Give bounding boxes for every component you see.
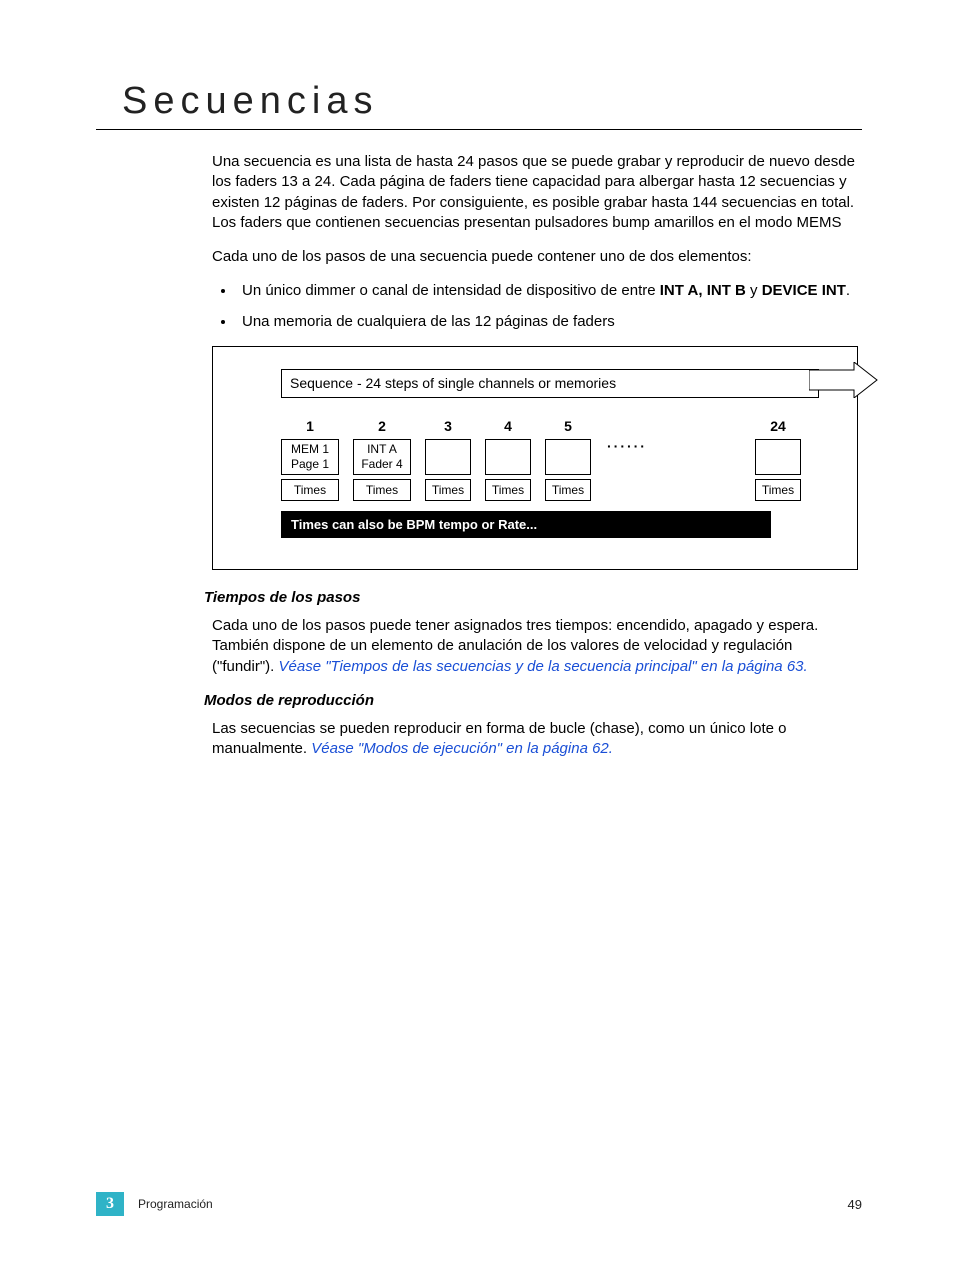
diagram-ellipsis: ······ bbox=[607, 437, 647, 456]
step-box bbox=[485, 439, 531, 475]
page-title: Secuencias bbox=[122, 80, 862, 123]
subheading-modes: Modos de reproducción bbox=[204, 691, 858, 711]
intro-paragraph: Una secuencia es una lista de hasta 24 p… bbox=[212, 152, 858, 233]
subheading-times: Tiempos de los pasos bbox=[204, 588, 858, 608]
bullet-1-mid: y bbox=[746, 282, 762, 299]
times-box: Times bbox=[353, 479, 411, 501]
step-number: 4 bbox=[504, 417, 512, 436]
bullet-item-2: Una memoria de cualquiera de las 12 pági… bbox=[236, 312, 858, 332]
lead-in-paragraph: Cada uno de los pasos de una secuencia p… bbox=[212, 247, 858, 267]
chapter-name: Programación bbox=[138, 1197, 848, 1211]
step-number: 3 bbox=[444, 417, 452, 436]
diagram-header: Sequence - 24 steps of single channels o… bbox=[281, 369, 819, 398]
bullet-1-suffix: . bbox=[846, 282, 850, 299]
diagram-step-5: 5 bbox=[545, 417, 591, 475]
page-number: 49 bbox=[848, 1197, 862, 1212]
diagram-step-1: 1 MEM 1 Page 1 bbox=[281, 417, 339, 475]
xref-modes-link[interactable]: Véase "Modos de ejecución" en la página … bbox=[311, 740, 613, 757]
step-line2: Page 1 bbox=[291, 457, 329, 471]
page: Secuencias Una secuencia es una lista de… bbox=[0, 0, 954, 1272]
step-box: INT A Fader 4 bbox=[353, 439, 411, 475]
page-footer: 3 Programación 49 bbox=[96, 1192, 862, 1216]
bullet-item-1: Un único dimmer o canal de intensidad de… bbox=[236, 281, 858, 301]
step-box: MEM 1 Page 1 bbox=[281, 439, 339, 475]
step-number: 5 bbox=[564, 417, 572, 436]
times-paragraph: Cada uno de los pasos puede tener asigna… bbox=[212, 616, 858, 677]
step-line1: INT A bbox=[367, 442, 397, 456]
step-number: 1 bbox=[306, 417, 314, 436]
diagram-steps-row: 1 MEM 1 Page 1 2 INT A Fader 4 3 bbox=[281, 417, 801, 475]
diagram-times-row: Times Times Times Times Times Times bbox=[281, 479, 801, 501]
diagram-step-24: 24 bbox=[755, 417, 801, 475]
times-box: Times bbox=[485, 479, 531, 501]
bullet-list: Un único dimmer o canal de intensidad de… bbox=[212, 281, 858, 332]
times-box: Times bbox=[281, 479, 339, 501]
step-line1: MEM 1 bbox=[291, 442, 329, 456]
times-box: Times bbox=[755, 479, 801, 501]
diagram-step-3: 3 bbox=[425, 417, 471, 475]
step-number: 2 bbox=[378, 417, 386, 436]
step-box bbox=[545, 439, 591, 475]
modes-paragraph: Las secuencias se pueden reproducir en f… bbox=[212, 719, 858, 760]
diagram-step-2: 2 INT A Fader 4 bbox=[353, 417, 411, 475]
times-box: Times bbox=[425, 479, 471, 501]
step-line2: Fader 4 bbox=[361, 457, 402, 471]
chapter-number-badge: 3 bbox=[96, 1192, 124, 1216]
bullet-1-prefix: Un único dimmer o canal de intensidad de… bbox=[242, 282, 660, 299]
title-rule bbox=[96, 129, 862, 130]
step-box bbox=[755, 439, 801, 475]
sequence-diagram: Sequence - 24 steps of single channels o… bbox=[212, 346, 858, 570]
times-box: Times bbox=[545, 479, 591, 501]
step-box bbox=[425, 439, 471, 475]
diagram-footer-bar: Times can also be BPM tempo or Rate... bbox=[281, 511, 771, 539]
xref-times-link[interactable]: Véase "Tiempos de las secuencias y de la… bbox=[279, 658, 808, 675]
step-number: 24 bbox=[770, 417, 786, 436]
body-column: Una secuencia es una lista de hasta 24 p… bbox=[212, 152, 858, 760]
arrow-icon bbox=[809, 362, 879, 398]
bullet-1-bold-1: INT A, INT B bbox=[660, 282, 746, 299]
bullet-1-bold-2: DEVICE INT bbox=[762, 282, 846, 299]
diagram-step-4: 4 bbox=[485, 417, 531, 475]
